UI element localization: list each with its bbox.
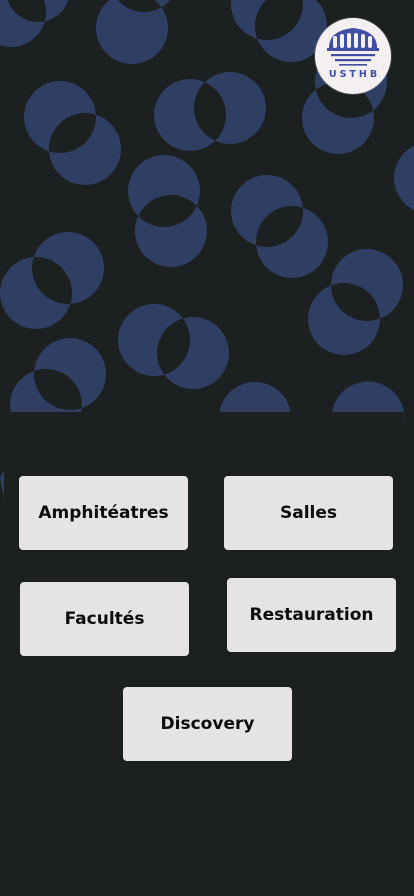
facultes-button-label: Facultés — [64, 609, 145, 629]
salles-button-label: Salles — [279, 503, 338, 523]
discovery-button-label: Discovery — [160, 714, 255, 734]
facultes-button[interactable]: Facultés — [20, 582, 189, 656]
usthb-logo: USTHB — [315, 18, 391, 94]
restauration-button[interactable]: Restauration — [227, 578, 396, 652]
restauration-button-label: Restauration — [249, 605, 374, 625]
amphitheatres-button-label: Amphitéatres — [38, 503, 169, 523]
amphitheatres-button[interactable]: Amphitéatres — [19, 476, 188, 550]
logo-label: USTHB — [328, 69, 381, 80]
discovery-button[interactable]: Discovery — [123, 687, 292, 761]
university-building-icon — [327, 28, 379, 66]
salles-button[interactable]: Salles — [224, 476, 393, 550]
background-circle-pattern — [0, 0, 414, 896]
